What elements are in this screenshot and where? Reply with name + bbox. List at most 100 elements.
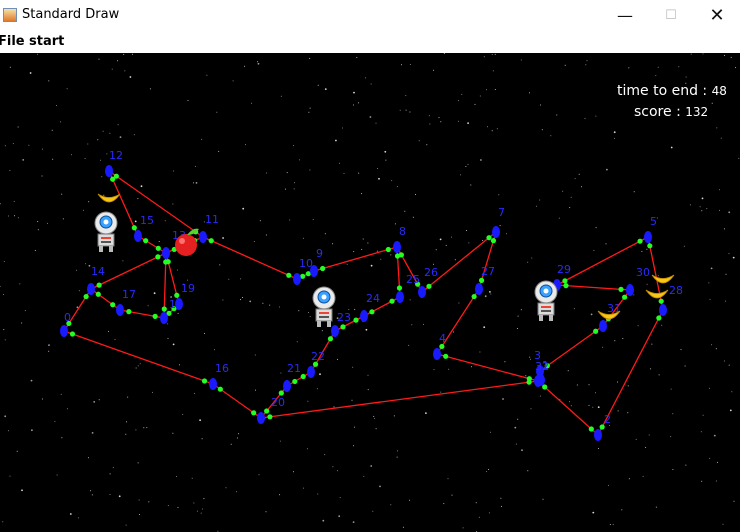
star <box>435 249 437 251</box>
star <box>254 354 256 356</box>
graph-node <box>310 265 318 277</box>
star <box>540 104 542 106</box>
star <box>719 209 720 211</box>
star <box>390 504 392 506</box>
star <box>201 438 203 440</box>
star <box>715 348 717 350</box>
graph-node <box>199 231 207 243</box>
star <box>377 168 379 169</box>
star <box>460 174 462 176</box>
star <box>308 111 310 113</box>
star <box>723 228 725 230</box>
star <box>109 494 111 495</box>
star <box>440 121 442 123</box>
star <box>443 53 445 54</box>
star <box>24 310 26 312</box>
edge-marker <box>320 265 326 272</box>
star <box>433 69 435 71</box>
star <box>642 475 644 477</box>
star <box>172 432 174 434</box>
minimize-button[interactable]: — <box>602 0 648 31</box>
star <box>592 511 595 514</box>
star <box>164 220 166 222</box>
graph-node <box>160 312 168 324</box>
star <box>317 84 319 86</box>
star <box>294 182 295 184</box>
star <box>17 217 19 219</box>
star <box>408 344 410 346</box>
maximize-button[interactable]: ☐ <box>648 0 694 31</box>
title-bar: Standard Draw — ☐ ✕ <box>0 0 740 32</box>
graph-node <box>418 286 426 298</box>
star <box>172 343 175 346</box>
graph-node <box>209 378 217 390</box>
star <box>112 467 114 469</box>
edge-marker <box>353 317 359 323</box>
node-label: 12 <box>109 149 123 162</box>
star <box>588 384 590 386</box>
star <box>467 163 469 165</box>
star <box>401 64 402 66</box>
star <box>374 417 376 419</box>
star <box>504 361 506 363</box>
star <box>685 464 687 466</box>
node-label: 16 <box>215 362 229 375</box>
star <box>570 196 572 198</box>
star <box>470 184 472 186</box>
star <box>635 438 637 440</box>
star <box>670 388 672 390</box>
score-value: 132 <box>685 105 709 119</box>
edge-marker <box>152 313 158 319</box>
star <box>672 469 674 470</box>
star <box>196 510 198 512</box>
menu-file[interactable]: File <box>0 34 25 49</box>
star <box>633 294 635 296</box>
star <box>147 305 149 307</box>
star <box>66 88 68 90</box>
edge-marker <box>398 252 404 258</box>
star <box>176 269 178 271</box>
star <box>433 369 435 371</box>
robot-part <box>541 310 551 312</box>
star <box>440 391 442 393</box>
star <box>457 120 459 122</box>
star <box>729 409 732 412</box>
star <box>423 323 424 325</box>
star <box>173 170 175 172</box>
star <box>486 89 487 91</box>
star <box>722 523 724 525</box>
star <box>138 499 140 501</box>
star <box>633 191 635 193</box>
star <box>399 109 401 111</box>
star <box>353 251 355 253</box>
edge-marker <box>110 176 116 182</box>
node-label: 11 <box>205 213 219 226</box>
star <box>479 95 481 97</box>
star <box>487 126 488 128</box>
star <box>702 53 704 55</box>
star <box>451 236 452 238</box>
star <box>562 190 564 192</box>
robot-part <box>327 321 331 327</box>
node-label: 7 <box>498 206 505 219</box>
star <box>586 60 588 62</box>
star <box>62 218 64 220</box>
edge-marker <box>478 277 485 283</box>
star <box>361 248 363 250</box>
star <box>482 240 484 241</box>
star <box>613 137 615 139</box>
star <box>117 60 118 62</box>
star <box>411 324 413 326</box>
node-label: 2 <box>604 413 611 426</box>
star <box>309 58 311 59</box>
star <box>307 400 309 402</box>
star <box>4 145 6 147</box>
menu-start[interactable]: start <box>29 34 64 49</box>
close-button[interactable]: ✕ <box>694 0 740 31</box>
star <box>324 233 326 235</box>
star <box>225 487 227 489</box>
star <box>41 148 43 150</box>
game-canvas[interactable]: 1215111314171819109875432101620212223242… <box>0 53 740 532</box>
star <box>724 360 725 362</box>
star <box>716 461 718 463</box>
